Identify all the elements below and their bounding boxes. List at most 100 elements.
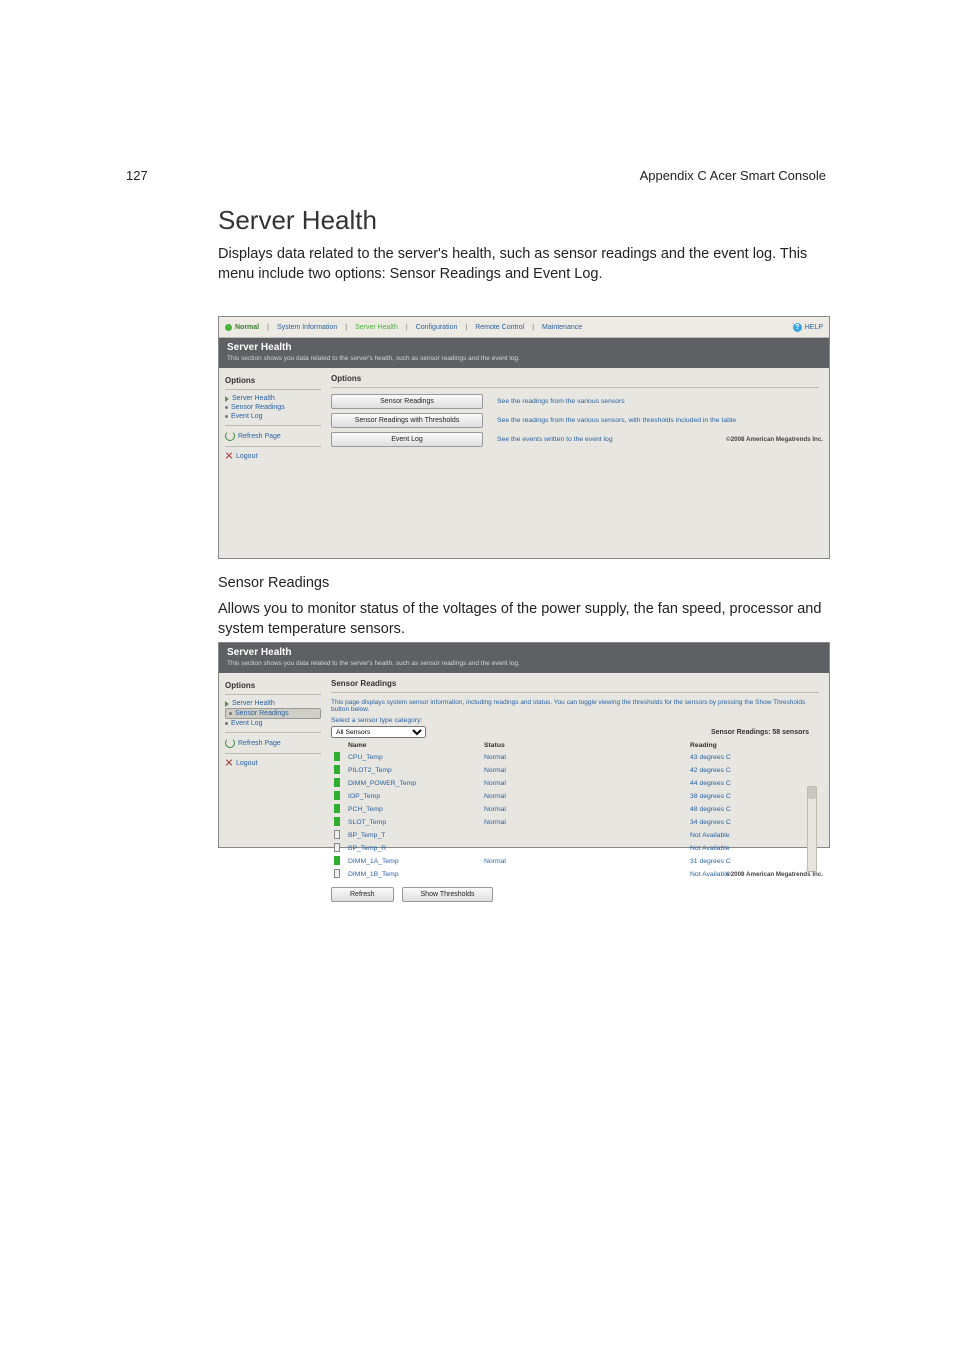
sensor-name: IOP_Temp [345, 790, 481, 803]
option-description: See the readings from the various sensor… [497, 398, 625, 405]
copyright-note: ©2008 American Megatrends Inc. [726, 871, 823, 878]
sensor-reading: 42 degrees C [687, 764, 819, 777]
divider [225, 389, 321, 390]
sidebar-logout-label: Logout [236, 760, 257, 767]
table-row[interactable]: DIMM_POWER_TempNormal44 degrees C [331, 777, 819, 790]
table-row[interactable]: SLOT_TempNormal34 degrees C [331, 816, 819, 829]
bullet-icon [225, 415, 228, 418]
status-dot-icon [225, 324, 232, 331]
sensor-status: Normal [481, 803, 687, 816]
col-status: Status [481, 740, 687, 751]
nav-sep: | [345, 324, 347, 331]
nav-sep: | [267, 324, 269, 331]
nav-item-configuration[interactable]: Configuration [416, 324, 458, 331]
screenshot-server-health-options: Normal | System Information | Server Hea… [218, 316, 830, 559]
nav-sep: | [465, 324, 467, 331]
divider [331, 387, 819, 388]
sensor-type-select[interactable]: All Sensors [331, 726, 426, 738]
sensor-status [481, 868, 687, 881]
option-row-sensor-readings: Sensor Readings See the readings from th… [331, 394, 819, 409]
sensor-reading: 43 degrees C [687, 751, 819, 764]
sidebar-refresh[interactable]: Refresh Page [225, 430, 321, 442]
page-number: 127 [126, 168, 148, 183]
sidebar-item-sensor-readings[interactable]: Sensor Readings [225, 403, 321, 412]
sensor-status: Normal [481, 816, 687, 829]
sidebar: Options Server Health Sensor Readings Ev… [219, 673, 327, 908]
sensor-name: DIMM_1A_Temp [345, 855, 481, 868]
sensor-status [481, 842, 687, 855]
sensor-table: Name Status Reading CPU_TempNormal43 deg… [331, 740, 819, 881]
sensor-reading: Not Available [687, 842, 819, 855]
table-row[interactable]: CPU_TempNormal43 degrees C [331, 751, 819, 764]
document-page: 127 Appendix C Acer Smart Console Server… [0, 0, 954, 1350]
nav-item-maintenance[interactable]: Maintenance [542, 324, 582, 331]
sensor-status: Normal [481, 790, 687, 803]
sensor-status: Normal [481, 855, 687, 868]
show-thresholds-button[interactable]: Show Thresholds [402, 887, 494, 902]
banner-title: Server Health [227, 647, 821, 658]
sidebar-refresh[interactable]: Refresh Page [225, 737, 321, 749]
sidebar-group-label: Server Health [232, 395, 275, 402]
sidebar-logout[interactable]: Logout [225, 451, 321, 461]
table-row[interactable]: PCH_TempNormal48 degrees C [331, 803, 819, 816]
table-row[interactable]: IOP_TempNormal38 degrees C [331, 790, 819, 803]
panel-title: Sensor Readings [331, 679, 819, 688]
event-log-button[interactable]: Event Log [331, 432, 483, 447]
appendix-title: Appendix C Acer Smart Console [640, 168, 826, 183]
scrollbar-thumb[interactable] [808, 787, 816, 799]
nav-item-server-health[interactable]: Server Health [355, 324, 398, 331]
sensor-count-label: Sensor Readings: 58 sensors [711, 729, 809, 736]
scrollbar[interactable] [807, 786, 817, 872]
help-icon: ? [793, 323, 802, 332]
refresh-button[interactable]: Refresh [331, 887, 394, 902]
status-swatch [331, 777, 345, 790]
divider [225, 753, 321, 754]
table-row[interactable]: DIMM_1A_TempNormal31 degrees C [331, 855, 819, 868]
subsection-heading: Sensor Readings [218, 575, 830, 591]
sensor-readings-button[interactable]: Sensor Readings [331, 394, 483, 409]
divider [331, 692, 819, 693]
sidebar-refresh-label: Refresh Page [238, 740, 281, 747]
page-header: 127 Appendix C Acer Smart Console [126, 168, 826, 183]
sidebar-item-event-log[interactable]: Event Log [225, 719, 321, 728]
table-row[interactable]: BP_Temp_TNot Available [331, 829, 819, 842]
sidebar-item-label: Event Log [231, 413, 263, 420]
sensor-reading: 44 degrees C [687, 777, 819, 790]
table-row[interactable]: BP_Temp_RNot Available [331, 842, 819, 855]
col-swatch [331, 740, 345, 751]
sensor-table-wrapper: Name Status Reading CPU_TempNormal43 deg… [331, 740, 819, 881]
sensor-name: PILOT2_Temp [345, 764, 481, 777]
sidebar-refresh-label: Refresh Page [238, 433, 281, 440]
status-indicator: Normal [225, 324, 259, 331]
sidebar-group-label: Server Health [232, 700, 275, 707]
filter-label: Select a sensor type category: [331, 717, 422, 724]
status-swatch [331, 868, 345, 881]
status-text: Normal [235, 324, 259, 331]
nav-item-system-information[interactable]: System Information [277, 324, 337, 331]
table-body: CPU_TempNormal43 degrees CPILOT2_TempNor… [331, 751, 819, 881]
sensor-name: SLOT_Temp [345, 816, 481, 829]
sensor-status: Normal [481, 751, 687, 764]
copyright-note: ©2008 American Megatrends Inc. [726, 436, 823, 443]
sidebar-logout[interactable]: Logout [225, 758, 321, 768]
sensor-thresholds-button[interactable]: Sensor Readings with Thresholds [331, 413, 483, 428]
sidebar-item-label: Event Log [231, 720, 263, 727]
bullet-icon [229, 712, 232, 715]
sidebar-item-event-log[interactable]: Event Log [225, 412, 321, 421]
nav-item-remote-control[interactable]: Remote Control [475, 324, 524, 331]
bullet-icon [225, 722, 228, 725]
status-swatch [331, 855, 345, 868]
status-swatch [331, 842, 345, 855]
help-button[interactable]: ? HELP [793, 323, 823, 332]
table-row[interactable]: PILOT2_TempNormal42 degrees C [331, 764, 819, 777]
divider [225, 425, 321, 426]
col-name: Name [345, 740, 481, 751]
option-description: See the readings from the various sensor… [497, 417, 736, 424]
expand-arrow-icon [225, 701, 229, 707]
sensor-reading: Not Available [687, 829, 819, 842]
sidebar-item-server-health[interactable]: Server Health [225, 699, 321, 708]
sensor-name: PCH_Temp [345, 803, 481, 816]
sidebar-item-server-health[interactable]: Server Health [225, 394, 321, 403]
refresh-icon [225, 738, 235, 748]
sidebar-item-sensor-readings[interactable]: Sensor Readings [225, 708, 321, 719]
